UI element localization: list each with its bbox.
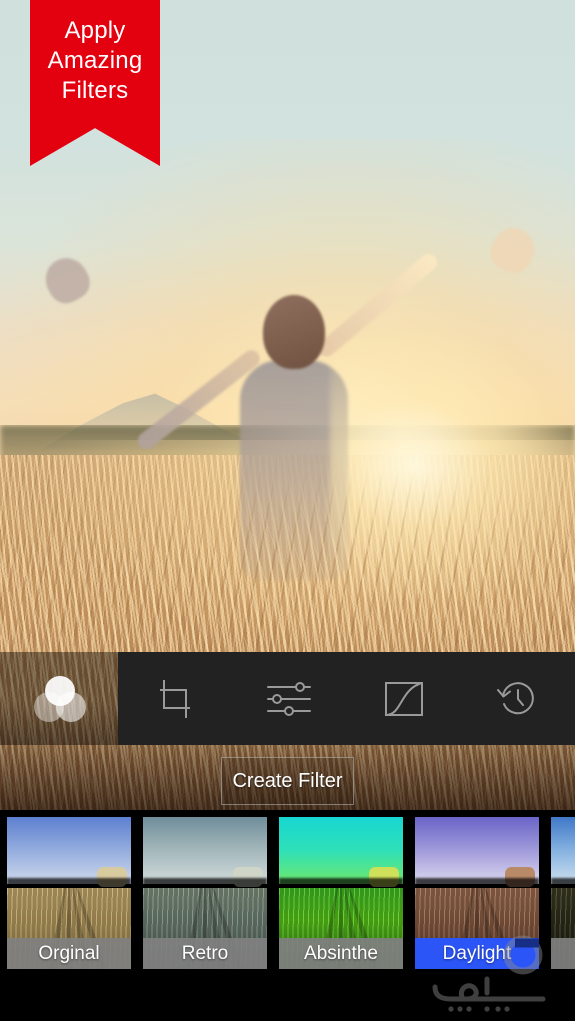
filter-label: Orginal	[7, 938, 131, 969]
adjust-button[interactable]	[232, 652, 346, 745]
history-clock-icon	[495, 676, 541, 722]
left-hand	[38, 250, 96, 310]
curves-button[interactable]	[347, 652, 461, 745]
filter-thumb-absinthe[interactable]: Absinthe	[279, 817, 403, 969]
ribbon-line-1: Apply	[64, 17, 126, 44]
head	[263, 295, 325, 369]
app-root: Apply Amazing Filters Create Filter Orgi…	[0, 0, 575, 1021]
filter-label	[551, 938, 575, 969]
editor-toolbar	[118, 652, 575, 745]
curves-icon	[382, 679, 426, 719]
ribbon-line-2: Amazing	[47, 47, 143, 74]
crop-icon	[153, 677, 197, 721]
filter-thumb-retro[interactable]: Retro	[143, 817, 267, 969]
right-hand	[484, 221, 542, 279]
filters-circles-icon[interactable]	[34, 676, 86, 722]
filter-label: Absinthe	[279, 938, 403, 969]
filter-label: Retro	[143, 938, 267, 969]
create-filter-button[interactable]: Create Filter	[221, 757, 354, 805]
adjust-sliders-icon	[264, 677, 314, 721]
history-button[interactable]	[461, 652, 575, 745]
thumb-sky	[551, 817, 575, 884]
filter-thumb-orginal[interactable]: Orginal	[7, 817, 131, 969]
filter-thumb-next[interactable]	[551, 817, 575, 969]
filter-label: Daylight	[415, 938, 539, 969]
crop-button[interactable]	[118, 652, 232, 745]
filter-thumb-daylight[interactable]: Daylight	[415, 817, 539, 969]
filter-circle-top	[45, 676, 75, 706]
filter-thumbnail-strip[interactable]: Orginal Retro Absinthe Daylight	[0, 817, 575, 969]
ribbon-line-3: Filters	[61, 77, 129, 104]
